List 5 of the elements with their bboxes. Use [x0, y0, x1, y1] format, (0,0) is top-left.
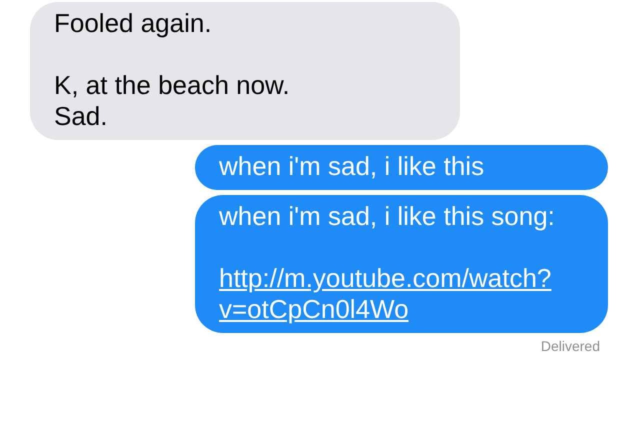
delivery-status: Delivered — [540, 338, 601, 354]
message-text: when i'm sad, i like this song: — [219, 201, 556, 232]
received-message-bubble: Fooled again. K, at the beach now. Sad. — [30, 2, 460, 140]
video-link[interactable]: http://m.youtube.com/watch?v=otCpCn0l4Wo — [219, 263, 569, 325]
sent-message-bubble: when i'm sad, i like this — [195, 145, 608, 190]
